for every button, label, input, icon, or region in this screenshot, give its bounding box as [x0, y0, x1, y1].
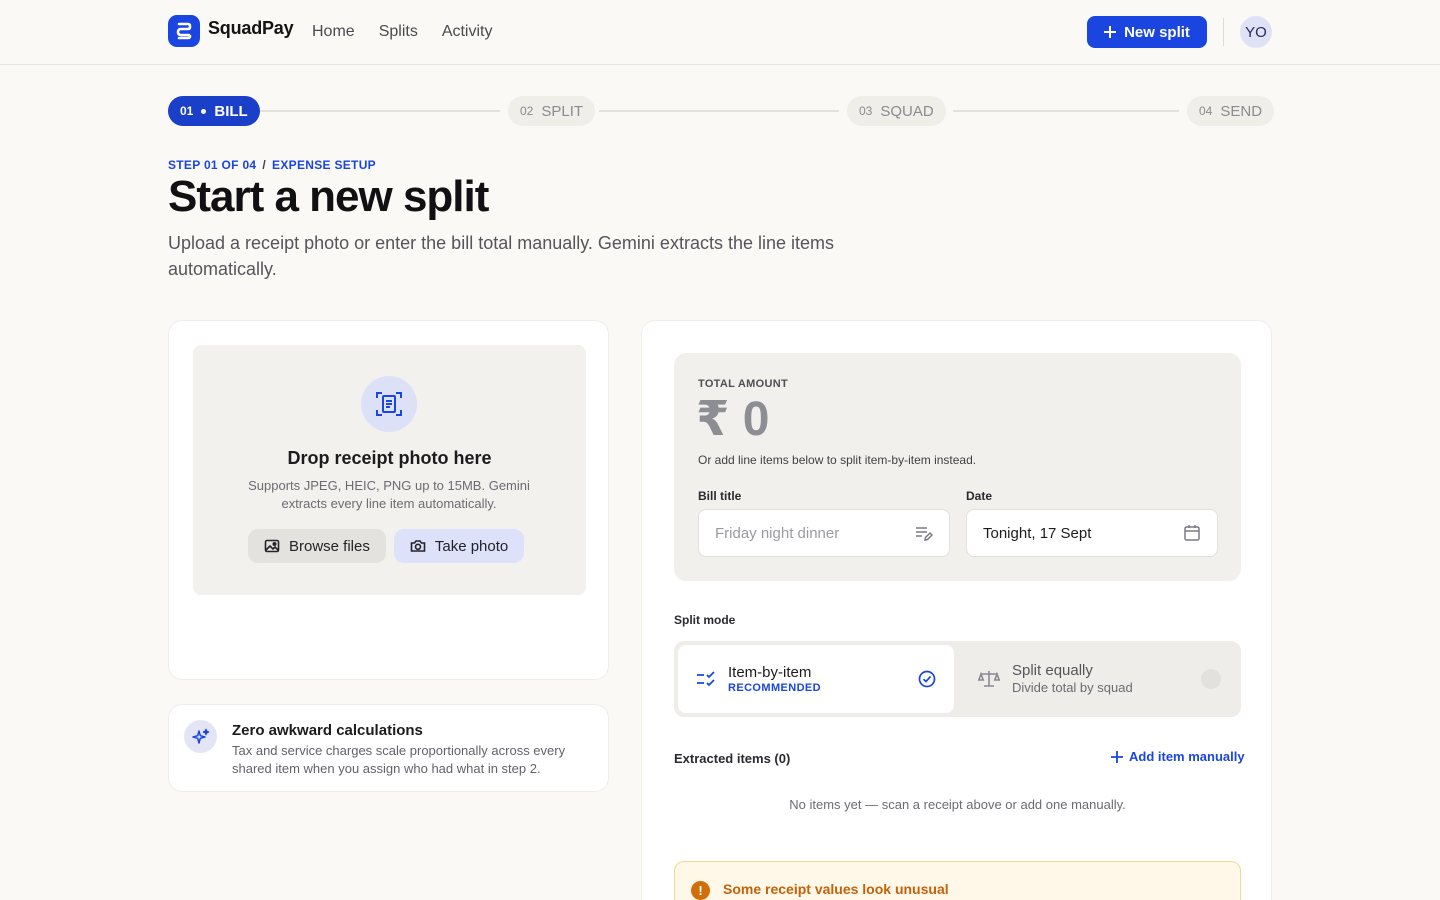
- date-field[interactable]: Tonight, 17 Sept: [966, 509, 1218, 557]
- date-label: Date: [966, 489, 993, 503]
- page-title: Start a new split: [168, 172, 489, 221]
- step-label: SQUAD: [880, 102, 934, 120]
- breadcrumb: STEP 01 OF 04 / EXPENSE SETUP: [168, 158, 376, 172]
- new-split-label: New split: [1124, 23, 1190, 41]
- tip-card: Zero awkward calculations Tax and servic…: [168, 704, 609, 792]
- bill-title-placeholder: Friday night dinner: [715, 524, 840, 542]
- tip-text: Tax and service charges scale proportion…: [232, 743, 566, 776]
- recommended-badge: RECOMMENDED: [728, 682, 822, 694]
- step-connector: [953, 110, 1179, 112]
- step-number: 02: [520, 104, 534, 118]
- radio-indicator[interactable]: [1201, 669, 1221, 689]
- nav-home[interactable]: Home: [312, 23, 355, 41]
- mode-item-title: Item-by-item: [728, 664, 812, 681]
- tip-title: Zero awkward calculations: [232, 722, 423, 739]
- edit-list-icon: [916, 527, 933, 541]
- split-mode-toggle: Item-by-item RECOMMENDED Split equally D…: [674, 641, 1241, 717]
- warning-icon: !: [691, 881, 710, 900]
- top-bar: SquadPay Home Splits Activity New split …: [0, 0, 1440, 65]
- nav-splits[interactable]: Splits: [379, 23, 418, 41]
- upload-card: Drop receipt photo here Supports JPEG, H…: [168, 320, 609, 680]
- receipt-scan-icon: [361, 376, 417, 432]
- step-squad[interactable]: 03 SQUAD: [847, 96, 946, 126]
- step-number: 01: [180, 104, 194, 118]
- dropzone-subtitle: Supports JPEG, HEIC, PNG up to 15MB. Gem…: [248, 478, 530, 511]
- total-amount-hint: Or add line items below to split item-by…: [698, 453, 977, 467]
- step-label: SEND: [1220, 102, 1263, 120]
- take-photo-label: Take photo: [434, 537, 509, 555]
- sparkles-icon: [184, 720, 217, 753]
- mode-equal-title: Split equally: [1012, 662, 1093, 679]
- take-photo-button[interactable]: Take photo: [393, 529, 525, 563]
- warning-banner: ! Some receipt values look unusual: [674, 861, 1241, 900]
- scale-icon: [978, 671, 1000, 687]
- step-number: 04: [1199, 104, 1213, 118]
- bill-title-label: Bill title: [698, 489, 742, 503]
- crumb-section: EXPENSE SETUP: [272, 158, 376, 172]
- step-active-dot: [201, 108, 207, 114]
- main-nav: Home Splits Activity: [312, 23, 492, 41]
- mode-item-by-item[interactable]: Item-by-item RECOMMENDED: [678, 645, 954, 713]
- step-send[interactable]: 04 SEND: [1187, 96, 1275, 126]
- plus-icon: [1111, 750, 1123, 763]
- add-item-manually-link[interactable]: Add item manually: [1111, 749, 1245, 764]
- check-circle-icon: [918, 670, 936, 688]
- warning-text: Some receipt values look unusual: [723, 881, 949, 897]
- split-mode-label: Split mode: [674, 613, 736, 627]
- header-divider: [1223, 18, 1224, 46]
- total-amount-box: TOTAL AMOUNT ₹ 0 Or add line items below…: [674, 353, 1241, 581]
- checklist-icon: [697, 671, 715, 687]
- mode-split-equally[interactable]: Split equally Divide total by squad: [958, 645, 1237, 713]
- receipt-dropzone[interactable]: Drop receipt photo here Supports JPEG, H…: [193, 345, 586, 595]
- squadpay-logo-icon[interactable]: [168, 15, 200, 47]
- camera-icon: [410, 540, 426, 552]
- dropzone-title: Drop receipt photo here: [287, 448, 492, 468]
- step-connector: [599, 110, 839, 112]
- stepper: 01 BILL 02 SPLIT 03 SQUAD 04 SEND: [168, 96, 1275, 126]
- bill-form-card: TOTAL AMOUNT ₹ 0 Or add line items below…: [641, 320, 1272, 900]
- plus-icon: [1104, 26, 1117, 38]
- step-label: SPLIT: [541, 102, 584, 120]
- page-subtitle: Upload a receipt photo or enter the bill…: [168, 233, 834, 279]
- extracted-items-label: Extracted items (0): [674, 751, 791, 766]
- step-connector: [260, 110, 500, 112]
- mode-equal-subtitle: Divide total by squad: [1012, 680, 1133, 695]
- crumb-step: STEP 01 OF 04: [168, 158, 257, 172]
- browse-files-button[interactable]: Browse files: [248, 529, 386, 563]
- upload-actions: Browse files Take photo: [248, 529, 525, 563]
- calendar-icon[interactable]: [1183, 524, 1201, 542]
- step-bill[interactable]: 01 BILL: [168, 96, 260, 126]
- browse-files-label: Browse files: [289, 537, 370, 555]
- image-icon: [264, 539, 280, 553]
- total-amount-label: TOTAL AMOUNT: [698, 378, 788, 390]
- brand-name[interactable]: SquadPay: [208, 18, 294, 39]
- step-label: BILL: [214, 102, 248, 120]
- bill-title-field[interactable]: Friday night dinner: [698, 509, 950, 557]
- step-number: 03: [859, 104, 873, 118]
- new-split-button[interactable]: New split: [1087, 16, 1207, 48]
- crumb-separator: /: [262, 158, 267, 172]
- nav-activity[interactable]: Activity: [442, 23, 493, 41]
- empty-items-text: No items yet — scan a receipt above or a…: [789, 797, 1126, 812]
- step-split[interactable]: 02 SPLIT: [508, 96, 596, 126]
- avatar[interactable]: YO: [1240, 16, 1272, 48]
- total-amount-value[interactable]: ₹ 0: [696, 391, 769, 447]
- add-item-label: Add item manually: [1129, 749, 1245, 764]
- date-value: Tonight, 17 Sept: [983, 524, 1092, 542]
